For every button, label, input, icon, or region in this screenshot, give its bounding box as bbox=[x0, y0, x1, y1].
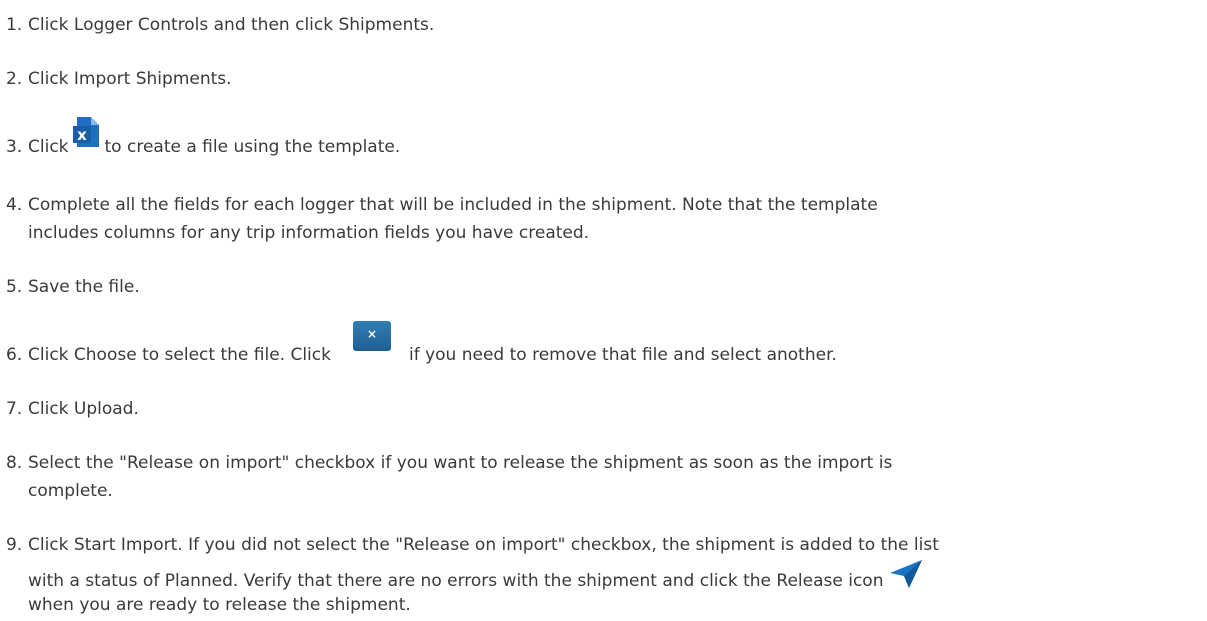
step-text-after: to create a file using the template. bbox=[104, 137, 401, 157]
step-text-line: Click Start Import. If you did not selec… bbox=[28, 535, 939, 555]
step-text-before: Click bbox=[28, 137, 69, 157]
step-text: Save the file. bbox=[28, 277, 140, 297]
step-text: Click Logger Controls and then click Shi… bbox=[28, 15, 435, 35]
step-text: Click x to create a file using the templ… bbox=[28, 117, 401, 165]
step-text-line: includes columns for any trip informatio… bbox=[28, 223, 590, 243]
remove-file-button-icon: × bbox=[352, 321, 391, 351]
step-number: 1. bbox=[6, 15, 23, 35]
step-number: 9. bbox=[6, 535, 23, 555]
step-text-before: Click Choose to select the file. Click bbox=[28, 345, 331, 365]
excel-file-icon: x bbox=[72, 117, 99, 147]
step-number: 2. bbox=[6, 69, 23, 89]
step-number: 3. bbox=[6, 137, 23, 157]
step-number: 6. bbox=[6, 345, 23, 365]
step-number: 8. bbox=[6, 453, 23, 473]
step-text: Click Choose to select the file. Click × i… bbox=[28, 321, 837, 373]
step-text-line: with a status of Planned. Verify that th… bbox=[28, 571, 884, 591]
svg-text:x: x bbox=[77, 126, 87, 144]
step-number: 7. bbox=[6, 399, 23, 419]
step-text-line: Select the "Release on import" checkbox … bbox=[28, 453, 893, 473]
step-text-after: if you need to remove that file and sele… bbox=[408, 345, 837, 365]
release-paper-plane-icon bbox=[889, 559, 923, 589]
step-text: Click Start Import. If you did not selec… bbox=[28, 533, 939, 617]
step-number: 4. bbox=[6, 195, 23, 215]
step-text: Click Import Shipments. bbox=[28, 69, 232, 89]
step-number: 5. bbox=[6, 277, 23, 297]
step-text-line: Complete all the fields for each logger … bbox=[28, 195, 878, 215]
step-text-line: complete. bbox=[28, 481, 113, 501]
step-text: Complete all the fields for each logger … bbox=[28, 193, 878, 245]
step-text: Click Upload. bbox=[28, 399, 139, 419]
step-text: Select the "Release on import" checkbox … bbox=[28, 451, 892, 503]
